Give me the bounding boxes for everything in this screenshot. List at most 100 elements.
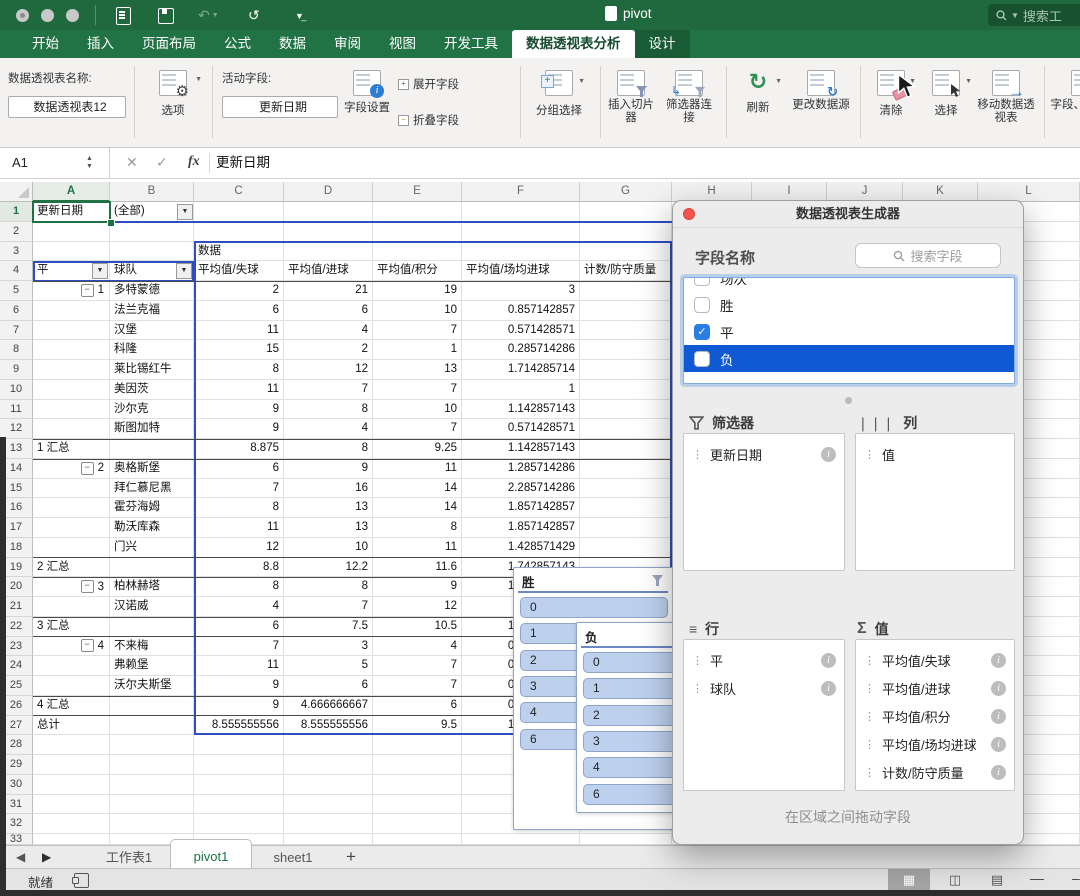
change-data-source-button[interactable]: ↻ 更改数据源	[790, 70, 852, 112]
row-header-9[interactable]: 9	[0, 360, 33, 380]
column-header-E[interactable]: E	[373, 182, 462, 202]
cell-B7[interactable]: 汉堡	[110, 321, 193, 340]
column-header-I[interactable]: I	[752, 182, 827, 202]
column-header-K[interactable]: K	[903, 182, 978, 202]
column-header-L[interactable]: L	[978, 182, 1080, 202]
column-header-G[interactable]: G	[580, 182, 672, 202]
dialog-close-button[interactable]	[683, 208, 695, 220]
row-header-11[interactable]: 11	[0, 400, 33, 420]
cell-A13[interactable]: 1 汇总	[33, 439, 193, 458]
column-header-J[interactable]: J	[827, 182, 903, 202]
group-selection-button[interactable]: + ▼ 分组选择	[527, 70, 591, 118]
drag-handle-icon[interactable]: ⋮	[692, 682, 703, 695]
values-item-计数/防守质量[interactable]: ⋮计数/防守质量i	[856, 758, 1014, 786]
cell-B11[interactable]: 沙尔克	[110, 400, 193, 419]
enter-icon[interactable]: ✓	[156, 154, 168, 171]
toolbar-options-icon[interactable]: ▼̲	[295, 5, 304, 27]
column-header-A[interactable]: A	[33, 182, 110, 202]
columns-item-值[interactable]: ⋮值	[856, 440, 1014, 468]
ribbon-tab-公式[interactable]: 公式	[210, 30, 265, 58]
drag-handle-icon[interactable]: ⋮	[864, 766, 875, 779]
rows-area[interactable]: ⋮平i⋮球队i	[683, 639, 845, 791]
info-icon[interactable]: i	[821, 653, 836, 668]
row-header-10[interactable]: 10	[0, 380, 33, 400]
ribbon-tab-设计[interactable]: 设计	[635, 30, 690, 58]
ribbon-tab-审阅[interactable]: 审阅	[320, 30, 375, 58]
page-break-view-icon[interactable]: ▤	[976, 869, 1018, 890]
values-item-平均值/积分[interactable]: ⋮平均值/积分i	[856, 702, 1014, 730]
refresh-button[interactable]: ↻ ▼ 刷新	[732, 70, 784, 115]
sheet-tab-工作表1[interactable]: 工作表1	[88, 846, 170, 869]
drag-handle-icon[interactable]: ⋮	[864, 654, 875, 667]
slicer-filter-icon[interactable]	[651, 574, 664, 587]
namebox-stepper-icon[interactable]: ▲▼	[86, 155, 93, 171]
row-header-5[interactable]: 5	[0, 281, 33, 301]
field-checkbox-胜[interactable]	[694, 297, 710, 313]
column-header-F[interactable]: F	[462, 182, 580, 202]
filter-connections-button[interactable]: ↳ 筛选器连接	[662, 70, 716, 124]
column-header-B[interactable]: B	[110, 182, 194, 202]
cell-B24[interactable]: 弗赖堡	[110, 656, 193, 675]
prev-sheet-icon[interactable]: ◀	[16, 850, 25, 864]
collapse-field-button[interactable]: −折叠字段	[398, 110, 459, 130]
cell-B25[interactable]: 沃尔夫斯堡	[110, 676, 193, 695]
columns-area[interactable]: ⋮值	[855, 433, 1015, 571]
row-header-8[interactable]: 8	[0, 340, 33, 360]
filters-item-更新日期[interactable]: ⋮更新日期i	[684, 440, 844, 468]
collapse-group-icon[interactable]: −	[81, 284, 94, 297]
name-box[interactable]: A1▲▼	[0, 148, 110, 178]
insert-function-icon[interactable]: fx	[188, 154, 200, 170]
redo-icon[interactable]: ↺	[248, 5, 260, 25]
row-header-3[interactable]: 3	[0, 242, 33, 262]
cell-B20[interactable]: 柏林赫塔	[110, 577, 193, 596]
close-window-button[interactable]	[16, 9, 29, 22]
rows-item-平[interactable]: ⋮平i	[684, 646, 844, 674]
undo-icon[interactable]: ↶▼	[198, 5, 219, 26]
next-sheet-icon[interactable]: ▶	[42, 850, 51, 864]
zoom-slider-icon[interactable]: –	[1072, 870, 1080, 886]
list-resize-handle[interactable]	[845, 397, 852, 404]
field-checkbox-负[interactable]	[694, 351, 710, 367]
info-icon[interactable]: i	[821, 447, 836, 462]
slicer-胜-item-0[interactable]: 0	[520, 597, 668, 618]
sheet-tab-sheet1[interactable]: sheet1	[252, 846, 334, 869]
collapse-group-icon[interactable]: −	[81, 462, 94, 475]
cell-A19[interactable]: 2 汇总	[33, 558, 193, 577]
drag-handle-icon[interactable]: ⋮	[692, 448, 703, 461]
normal-view-icon[interactable]: ▦	[888, 869, 930, 890]
values-area[interactable]: ⋮平均值/失球i⋮平均值/进球i⋮平均值/积分i⋮平均值/场均进球i⋮计数/防守…	[855, 639, 1015, 791]
info-icon[interactable]: i	[991, 765, 1006, 780]
cell-B18[interactable]: 门兴	[110, 538, 193, 557]
field-item-场次[interactable]: 场次	[684, 277, 1014, 291]
group-cell-1[interactable]: −1	[33, 281, 110, 300]
zoom-window-button[interactable]	[66, 9, 79, 22]
info-icon[interactable]: i	[991, 653, 1006, 668]
pivot-name-input[interactable]: 数据透视表12	[8, 96, 126, 118]
drag-handle-icon[interactable]: ⋮	[864, 448, 875, 461]
search-box[interactable]: ▼ 搜索工	[988, 4, 1080, 26]
drag-handle-icon[interactable]: ⋮	[864, 682, 875, 695]
cell-B15[interactable]: 拜仁慕尼黑	[110, 479, 193, 498]
row-header-2[interactable]: 2	[0, 222, 33, 242]
cell-B6[interactable]: 法兰克福	[110, 301, 193, 320]
formula-content[interactable]: 更新日期	[216, 148, 270, 178]
row-header-1[interactable]: 1	[0, 202, 33, 222]
info-icon[interactable]: i	[991, 681, 1006, 696]
cell-B17[interactable]: 勒沃库森	[110, 518, 193, 537]
values-item-平均值/场均进球[interactable]: ⋮平均值/场均进球i	[856, 730, 1014, 758]
ribbon-tab-视图[interactable]: 视图	[375, 30, 430, 58]
collapse-group-icon[interactable]: −	[81, 580, 94, 593]
insert-slicer-button[interactable]: 插入切片器	[606, 70, 656, 124]
values-item-平均值/进球[interactable]: ⋮平均值/进球i	[856, 674, 1014, 702]
cell-B5[interactable]: 多特蒙德	[110, 281, 193, 300]
select-all-corner[interactable]	[0, 182, 33, 202]
zoom-out-icon[interactable]: —	[1030, 870, 1044, 886]
filters-area[interactable]: ⋮更新日期i	[683, 433, 845, 571]
row-header-7[interactable]: 7	[0, 321, 33, 341]
page-layout-view-icon[interactable]: ◫	[934, 869, 976, 890]
cell-B23[interactable]: 不来梅	[110, 637, 193, 656]
info-icon[interactable]: i	[991, 709, 1006, 724]
cell-B21[interactable]: 汉诺威	[110, 597, 193, 616]
drag-handle-icon[interactable]: ⋮	[864, 710, 875, 723]
minimize-window-button[interactable]	[41, 9, 54, 22]
